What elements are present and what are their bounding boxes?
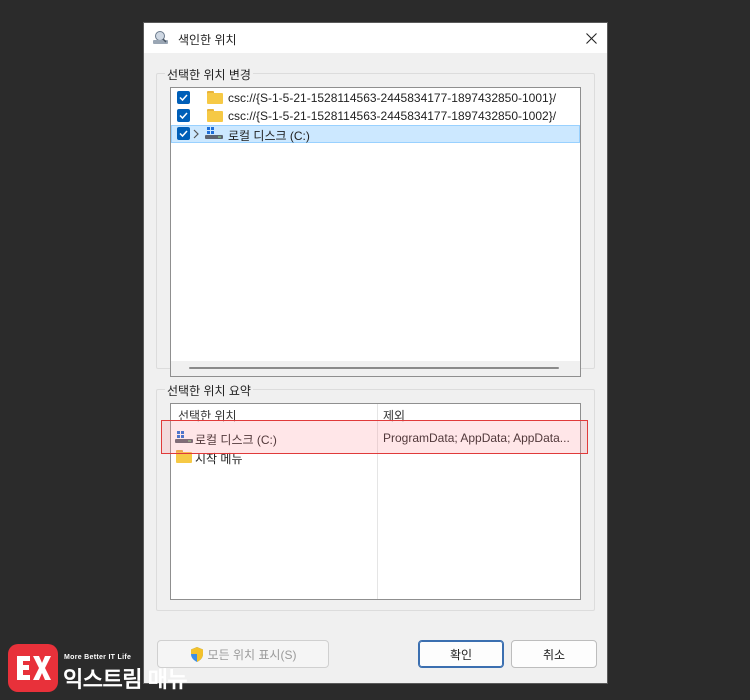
cancel-label: 취소 — [542, 647, 566, 662]
tree-item[interactable]: csc://{S-1-5-21-1528114563-2445834177-18… — [171, 107, 580, 125]
summary-label: 선택한 위치 요약 — [165, 382, 253, 399]
checkbox[interactable] — [177, 91, 190, 104]
cancel-button[interactable]: 취소 — [511, 640, 597, 668]
checkmark-icon — [179, 112, 188, 120]
logo-badge-icon — [8, 644, 58, 692]
checkmark-icon — [179, 94, 188, 102]
show-all-label: 모든 위치 표시(S) — [207, 647, 297, 662]
ok-label: 확인 — [449, 647, 473, 662]
logo-tagline: More Better IT Life — [64, 654, 132, 661]
close-icon — [585, 32, 597, 44]
logo-ex-icon — [17, 656, 51, 680]
ok-button[interactable]: 확인 — [418, 640, 504, 668]
location-tree[interactable]: csc://{S-1-5-21-1528114563-2445834177-18… — [170, 87, 581, 377]
highlight-box — [161, 420, 588, 454]
title-bar: 색인한 위치 — [144, 23, 607, 53]
tree-item[interactable]: csc://{S-1-5-21-1528114563-2445834177-18… — [171, 89, 580, 107]
watermark-logo: More Better IT Life 익스트림 매뉴얼 — [4, 640, 204, 700]
drive-icon — [205, 127, 223, 139]
folder-icon — [207, 91, 223, 104]
scrollbar-thumb[interactable] — [189, 367, 559, 369]
change-locations-label: 선택한 위치 변경 — [165, 66, 253, 83]
tree-item-label: 로컬 디스크 (C:) — [228, 129, 310, 143]
checkbox[interactable] — [177, 127, 190, 140]
window-title: 색인한 위치 — [178, 33, 237, 47]
checkmark-icon — [179, 130, 188, 138]
close-button[interactable] — [575, 23, 607, 53]
search-index-icon — [153, 31, 168, 44]
tree-item-label: csc://{S-1-5-21-1528114563-2445834177-18… — [228, 109, 557, 123]
indexed-locations-dialog: 색인한 위치 선택한 위치 변경 csc://{S-1-5-21-1528114… — [143, 22, 608, 684]
logo-name: 익스트림 매뉴얼 — [63, 667, 188, 700]
chevron-right-icon[interactable] — [192, 128, 200, 140]
horizontal-scrollbar[interactable] — [171, 361, 580, 376]
tree-item-selected[interactable]: 로컬 디스크 (C:) — [171, 125, 580, 143]
folder-icon — [207, 109, 223, 122]
tree-item-label: csc://{S-1-5-21-1528114563-2445834177-18… — [228, 91, 557, 105]
checkbox[interactable] — [177, 109, 190, 122]
